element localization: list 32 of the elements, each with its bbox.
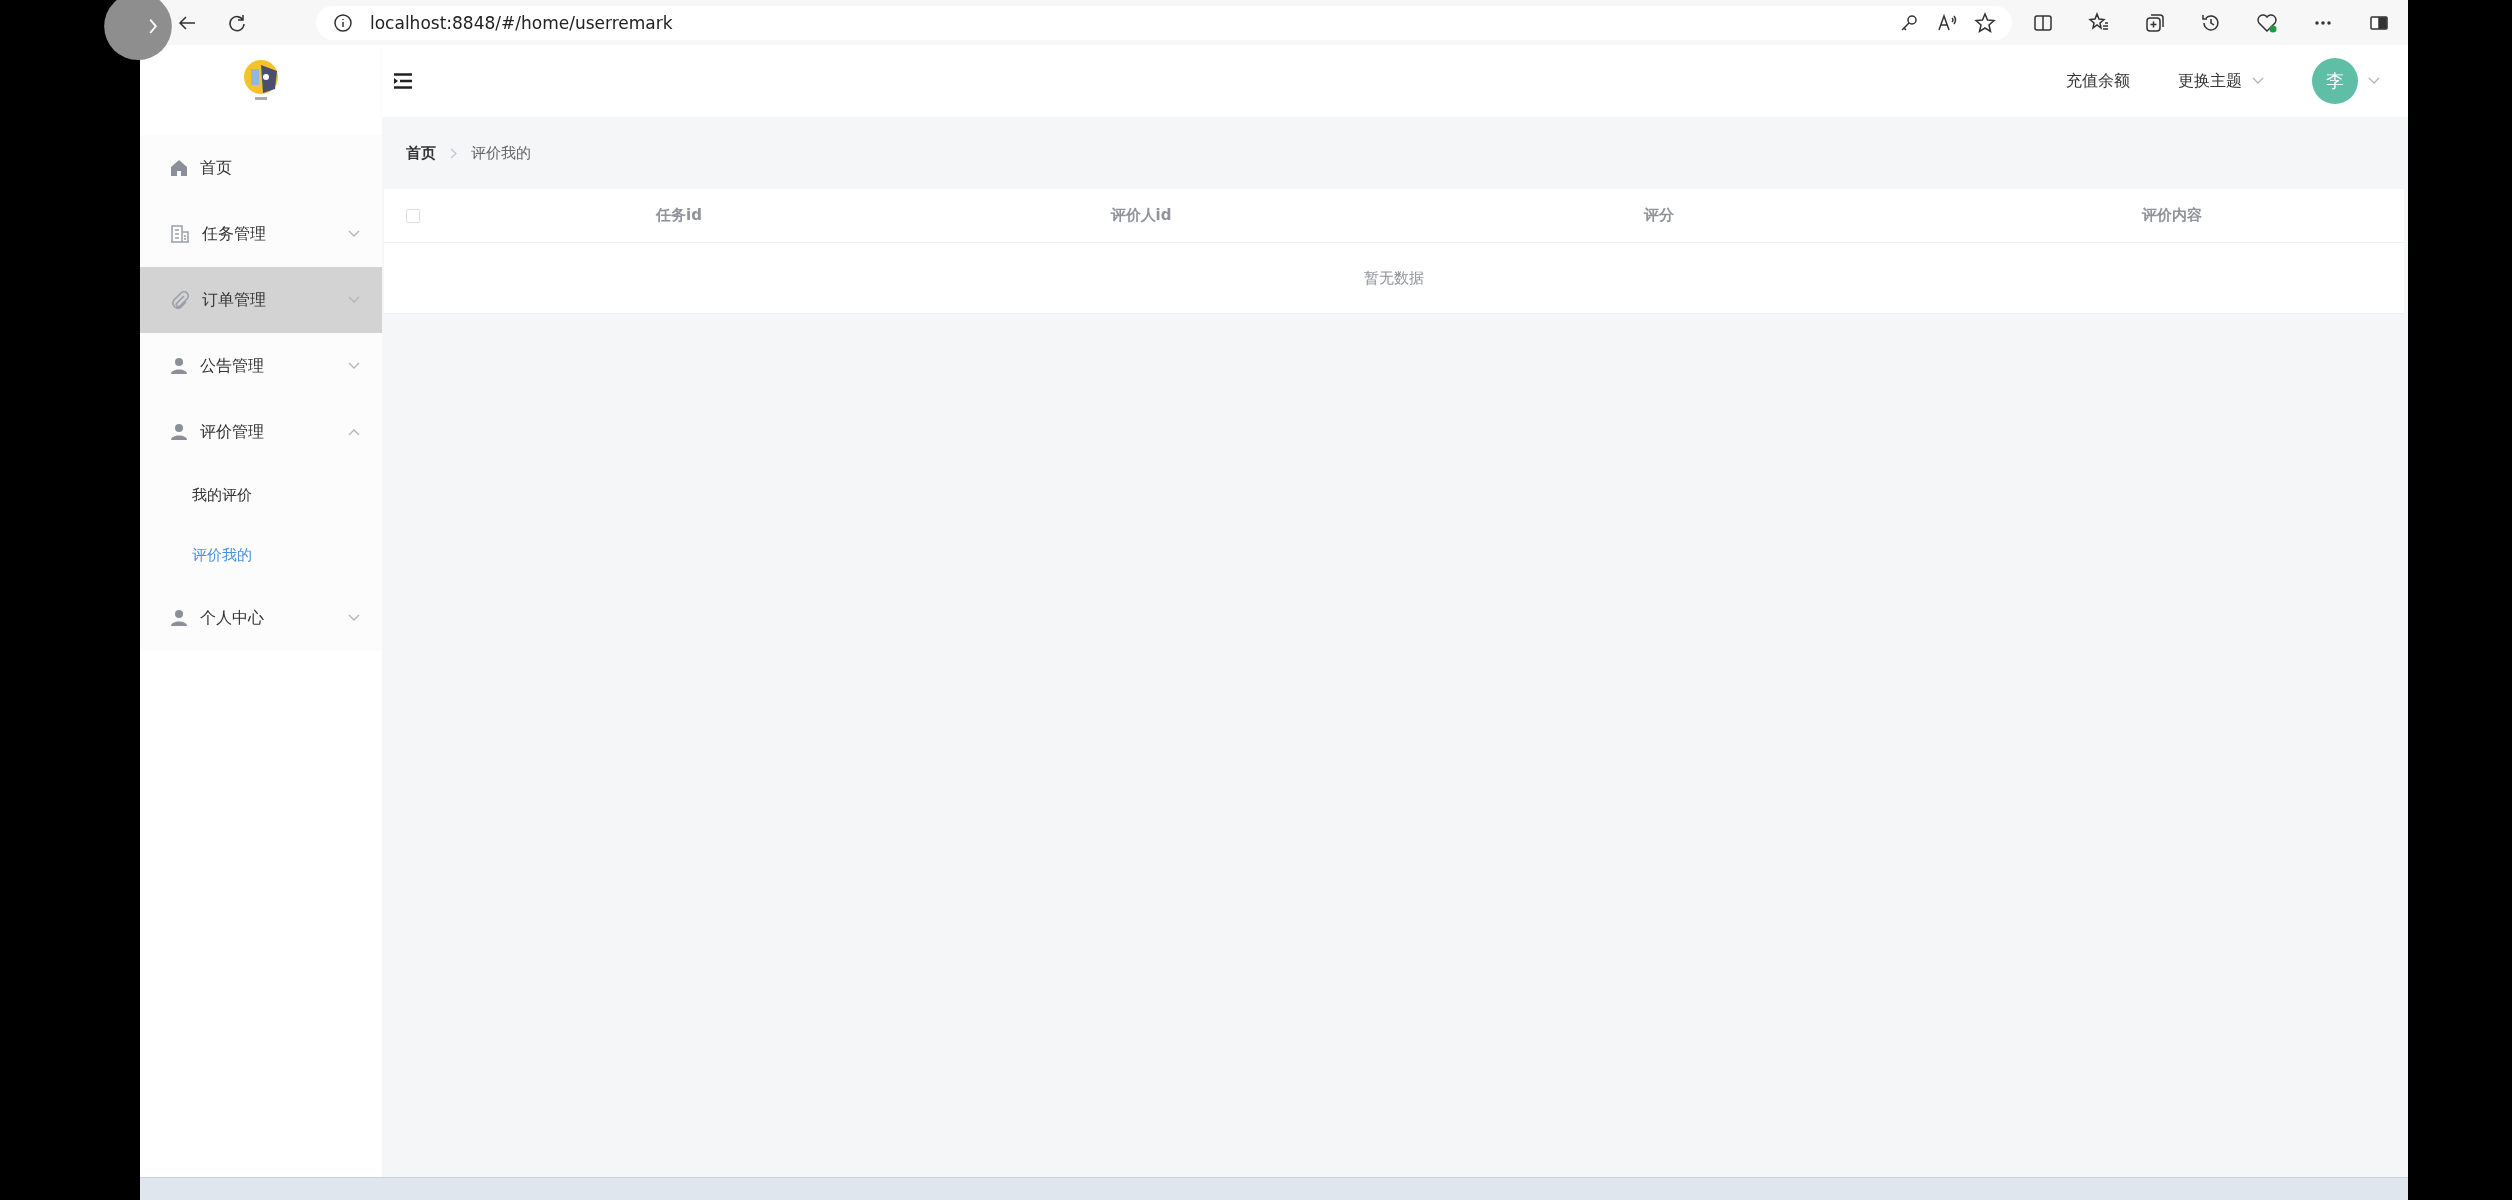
column-header: 评分 [1642, 206, 1675, 225]
column-header: 评价人id [1109, 206, 1173, 225]
paperclip-icon [170, 290, 190, 310]
header-link[interactable]: 充值余额 [2066, 70, 2130, 92]
column-header: 评价内容 [2140, 206, 2203, 225]
user-icon [170, 423, 188, 441]
building-icon [170, 224, 190, 244]
breadcrumb-item[interactable]: 首页 [406, 143, 436, 163]
expand-handle-icon[interactable] [104, 0, 172, 62]
chevron-icon [2368, 77, 2380, 85]
collections-icon[interactable] [2144, 11, 2166, 34]
chevron-icon [348, 614, 360, 622]
empty-message: 暂无数据 [1364, 268, 1424, 288]
chevron-icon [348, 362, 360, 370]
star-icon[interactable] [1974, 11, 1996, 34]
menu-icon[interactable] [394, 73, 412, 89]
logo [241, 59, 281, 103]
chevron-icon [348, 296, 360, 304]
chevron-icon [348, 230, 360, 238]
select-all-checkbox[interactable] [406, 208, 420, 223]
chevron-icon [348, 428, 360, 436]
column-header: 任务id [655, 206, 703, 225]
chevron-icon [450, 147, 457, 159]
user-icon [170, 609, 188, 627]
chevron-icon [2252, 77, 2264, 85]
menu-item[interactable]: 订单管理 [140, 267, 382, 333]
header-link[interactable]: 更换主题 [2178, 70, 2264, 92]
breadcrumb-item: 评价我的 [471, 143, 531, 163]
info-icon[interactable] [332, 11, 354, 34]
health-icon[interactable] [2256, 11, 2278, 34]
user-icon [170, 357, 188, 375]
home-icon [170, 159, 188, 177]
